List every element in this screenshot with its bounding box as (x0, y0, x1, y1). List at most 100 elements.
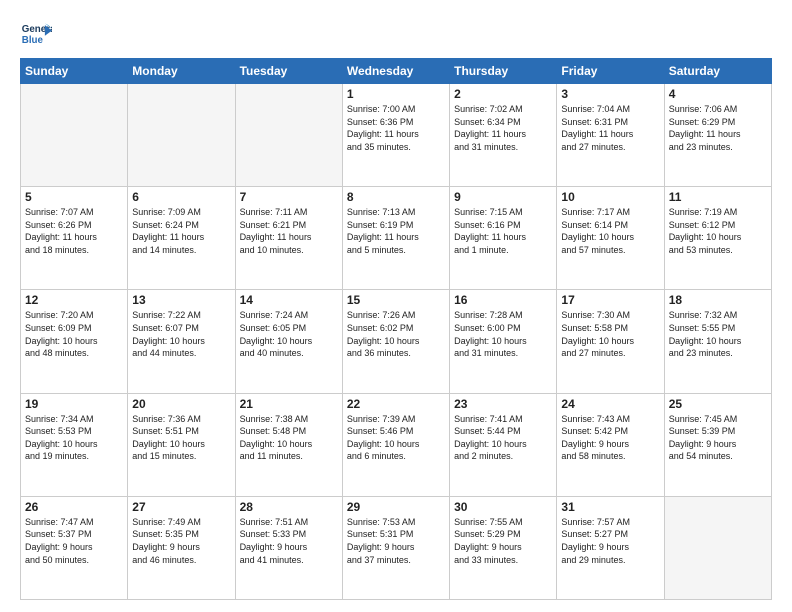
weekday-header-tuesday: Tuesday (235, 59, 342, 84)
calendar-cell: 22 Sunrise: 7:39 AM Sunset: 5:46 PM Dayli… (342, 393, 449, 496)
day-number: 12 (25, 293, 123, 307)
calendar-body: 1 Sunrise: 7:00 AM Sunset: 6:36 PM Daylig… (21, 84, 772, 600)
day-info: Sunrise: 7:30 AM Sunset: 5:58 PM Dayligh… (561, 309, 659, 359)
weekday-header-saturday: Saturday (664, 59, 771, 84)
day-info: Sunrise: 7:04 AM Sunset: 6:31 PM Dayligh… (561, 103, 659, 153)
day-info: Sunrise: 7:26 AM Sunset: 6:02 PM Dayligh… (347, 309, 445, 359)
day-info: Sunrise: 7:00 AM Sunset: 6:36 PM Dayligh… (347, 103, 445, 153)
day-info: Sunrise: 7:53 AM Sunset: 5:31 PM Dayligh… (347, 516, 445, 566)
day-info: Sunrise: 7:22 AM Sunset: 6:07 PM Dayligh… (132, 309, 230, 359)
calendar-cell: 17 Sunrise: 7:30 AM Sunset: 5:58 PM Dayli… (557, 290, 664, 393)
calendar-cell: 21 Sunrise: 7:38 AM Sunset: 5:48 PM Dayli… (235, 393, 342, 496)
calendar-cell: 6Sunrise: 7:09 AM Sunset: 6:24 PM Daylig… (128, 187, 235, 290)
day-number: 11 (669, 190, 767, 204)
day-info: Sunrise: 7:41 AM Sunset: 5:44 PM Dayligh… (454, 413, 552, 463)
calendar-cell (235, 84, 342, 187)
day-number: 7 (240, 190, 338, 204)
calendar-cell: 3 Sunrise: 7:04 AM Sunset: 6:31 PM Daylig… (557, 84, 664, 187)
day-number: 24 (561, 397, 659, 411)
day-info: Sunrise: 7:39 AM Sunset: 5:46 PM Dayligh… (347, 413, 445, 463)
day-info: Sunrise: 7:51 AM Sunset: 5:33 PM Dayligh… (240, 516, 338, 566)
day-number: 30 (454, 500, 552, 514)
calendar-cell: 18 Sunrise: 7:32 AM Sunset: 5:55 PM Dayli… (664, 290, 771, 393)
calendar-week-3: 19 Sunrise: 7:34 AM Sunset: 5:53 PM Dayli… (21, 393, 772, 496)
day-number: 17 (561, 293, 659, 307)
day-info: Sunrise: 7:28 AM Sunset: 6:00 PM Dayligh… (454, 309, 552, 359)
weekday-header-row: SundayMondayTuesdayWednesdayThursdayFrid… (21, 59, 772, 84)
weekday-header-wednesday: Wednesday (342, 59, 449, 84)
weekday-header-friday: Friday (557, 59, 664, 84)
day-info: Sunrise: 7:09 AM Sunset: 6:24 PM Dayligh… (132, 206, 230, 256)
day-number: 10 (561, 190, 659, 204)
day-number: 8 (347, 190, 445, 204)
day-info: Sunrise: 7:34 AM Sunset: 5:53 PM Dayligh… (25, 413, 123, 463)
day-info: Sunrise: 7:15 AM Sunset: 6:16 PM Dayligh… (454, 206, 552, 256)
day-number: 20 (132, 397, 230, 411)
calendar-cell: 23 Sunrise: 7:41 AM Sunset: 5:44 PM Dayli… (450, 393, 557, 496)
calendar-cell: 31 Sunrise: 7:57 AM Sunset: 5:27 PM Dayli… (557, 496, 664, 599)
calendar-cell: 29 Sunrise: 7:53 AM Sunset: 5:31 PM Dayli… (342, 496, 449, 599)
logo: General Blue (20, 18, 52, 50)
calendar-cell: 13 Sunrise: 7:22 AM Sunset: 6:07 PM Dayli… (128, 290, 235, 393)
calendar-cell (128, 84, 235, 187)
calendar-header: SundayMondayTuesdayWednesdayThursdayFrid… (21, 59, 772, 84)
day-number: 21 (240, 397, 338, 411)
day-number: 29 (347, 500, 445, 514)
day-number: 18 (669, 293, 767, 307)
day-info: Sunrise: 7:32 AM Sunset: 5:55 PM Dayligh… (669, 309, 767, 359)
day-info: Sunrise: 7:06 AM Sunset: 6:29 PM Dayligh… (669, 103, 767, 153)
day-number: 5 (25, 190, 123, 204)
page: General Blue SundayMondayTuesdayWednesda… (0, 0, 792, 612)
day-info: Sunrise: 7:57 AM Sunset: 5:27 PM Dayligh… (561, 516, 659, 566)
calendar-cell: 26 Sunrise: 7:47 AM Sunset: 5:37 PM Dayli… (21, 496, 128, 599)
day-info: Sunrise: 7:36 AM Sunset: 5:51 PM Dayligh… (132, 413, 230, 463)
day-number: 2 (454, 87, 552, 101)
logo-icon: General Blue (20, 18, 52, 50)
day-number: 15 (347, 293, 445, 307)
calendar-week-1: 5 Sunrise: 7:07 AM Sunset: 6:26 PM Daylig… (21, 187, 772, 290)
calendar-cell: 30 Sunrise: 7:55 AM Sunset: 5:29 PM Dayli… (450, 496, 557, 599)
day-number: 22 (347, 397, 445, 411)
weekday-header-thursday: Thursday (450, 59, 557, 84)
day-number: 9 (454, 190, 552, 204)
calendar-cell: 12 Sunrise: 7:20 AM Sunset: 6:09 PM Dayli… (21, 290, 128, 393)
day-info: Sunrise: 7:19 AM Sunset: 6:12 PM Dayligh… (669, 206, 767, 256)
day-number: 31 (561, 500, 659, 514)
calendar-cell: 2Sunrise: 7:02 AM Sunset: 6:34 PM Daylig… (450, 84, 557, 187)
day-number: 19 (25, 397, 123, 411)
calendar-cell: 7 Sunrise: 7:11 AM Sunset: 6:21 PM Daylig… (235, 187, 342, 290)
calendar-cell (21, 84, 128, 187)
day-number: 25 (669, 397, 767, 411)
header: General Blue (20, 18, 772, 50)
day-number: 28 (240, 500, 338, 514)
calendar-cell: 4 Sunrise: 7:06 AM Sunset: 6:29 PM Daylig… (664, 84, 771, 187)
day-number: 3 (561, 87, 659, 101)
weekday-header-monday: Monday (128, 59, 235, 84)
calendar-week-0: 1 Sunrise: 7:00 AM Sunset: 6:36 PM Daylig… (21, 84, 772, 187)
svg-text:Blue: Blue (22, 35, 44, 46)
calendar-cell: 9 Sunrise: 7:15 AM Sunset: 6:16 PM Daylig… (450, 187, 557, 290)
day-info: Sunrise: 7:55 AM Sunset: 5:29 PM Dayligh… (454, 516, 552, 566)
day-number: 27 (132, 500, 230, 514)
day-info: Sunrise: 7:24 AM Sunset: 6:05 PM Dayligh… (240, 309, 338, 359)
calendar-cell: 11 Sunrise: 7:19 AM Sunset: 6:12 PM Dayli… (664, 187, 771, 290)
day-number: 23 (454, 397, 552, 411)
day-info: Sunrise: 7:11 AM Sunset: 6:21 PM Dayligh… (240, 206, 338, 256)
calendar-cell: 5 Sunrise: 7:07 AM Sunset: 6:26 PM Daylig… (21, 187, 128, 290)
calendar-cell: 16Sunrise: 7:28 AM Sunset: 6:00 PM Dayli… (450, 290, 557, 393)
day-number: 1 (347, 87, 445, 101)
weekday-header-sunday: Sunday (21, 59, 128, 84)
day-number: 26 (25, 500, 123, 514)
day-number: 14 (240, 293, 338, 307)
day-number: 4 (669, 87, 767, 101)
calendar-cell: 20 Sunrise: 7:36 AM Sunset: 5:51 PM Dayli… (128, 393, 235, 496)
calendar-cell: 1 Sunrise: 7:00 AM Sunset: 6:36 PM Daylig… (342, 84, 449, 187)
day-info: Sunrise: 7:20 AM Sunset: 6:09 PM Dayligh… (25, 309, 123, 359)
calendar-week-2: 12 Sunrise: 7:20 AM Sunset: 6:09 PM Dayli… (21, 290, 772, 393)
day-number: 13 (132, 293, 230, 307)
calendar-cell: 10Sunrise: 7:17 AM Sunset: 6:14 PM Dayli… (557, 187, 664, 290)
day-info: Sunrise: 7:07 AM Sunset: 6:26 PM Dayligh… (25, 206, 123, 256)
day-info: Sunrise: 7:38 AM Sunset: 5:48 PM Dayligh… (240, 413, 338, 463)
day-info: Sunrise: 7:47 AM Sunset: 5:37 PM Dayligh… (25, 516, 123, 566)
calendar-week-4: 26 Sunrise: 7:47 AM Sunset: 5:37 PM Dayli… (21, 496, 772, 599)
